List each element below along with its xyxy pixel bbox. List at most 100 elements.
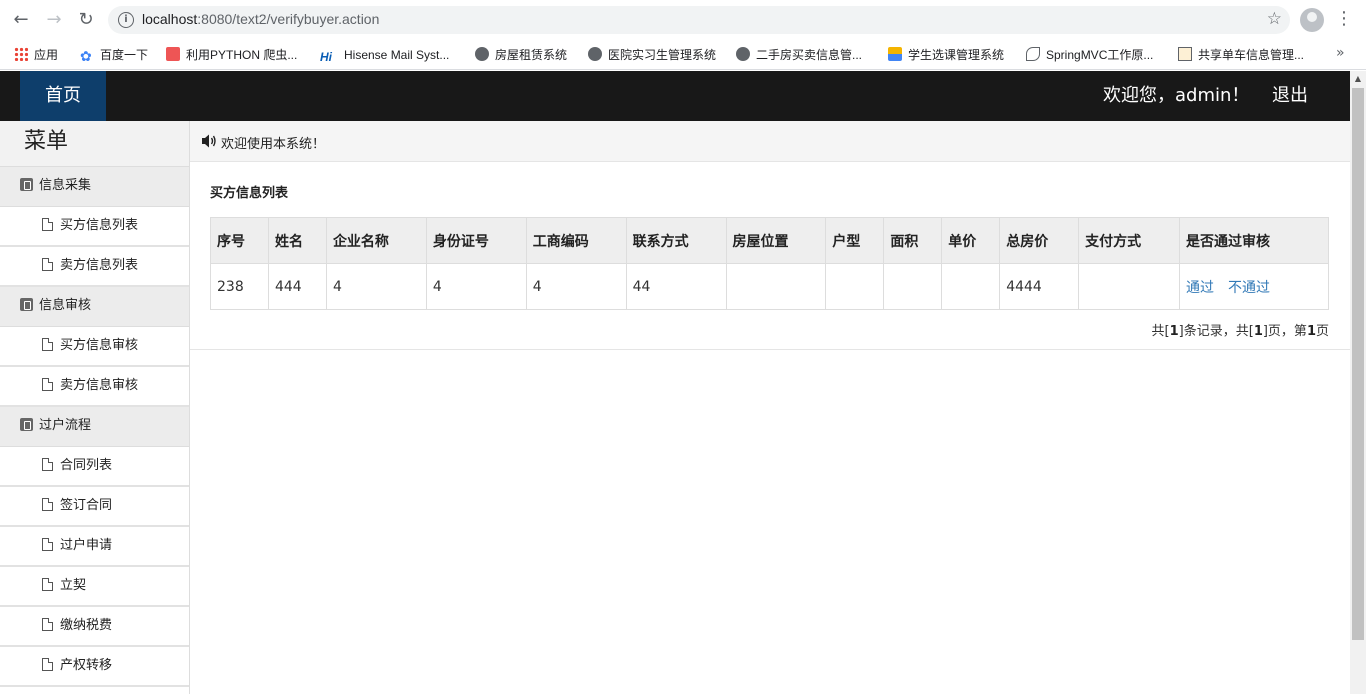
menu-title: 菜单 (0, 121, 189, 167)
bookmark-springmvc[interactable]: SpringMVC工作原... (1026, 46, 1153, 64)
column-header: 单价 (941, 217, 1001, 264)
site-info-icon[interactable]: i (118, 12, 134, 28)
document-icon (42, 258, 53, 271)
sidebar-item-transfer-apply[interactable]: 过户申请 (0, 527, 189, 567)
pagination-info: 共[1]条记录，共[1]页，第1页 (1151, 324, 1329, 339)
column-header: 联系方式 (625, 217, 727, 264)
bookmark-bike[interactable]: 共享单车信息管理... (1178, 46, 1304, 64)
sidebar-item-buyer-list[interactable]: 买方信息列表 (0, 207, 189, 247)
document-icon (42, 498, 53, 511)
bookmark-star-icon[interactable]: ☆ (1267, 9, 1282, 29)
column-header: 支付方式 (1078, 217, 1181, 264)
bookmark-python[interactable]: 利用PYTHON 爬虫... (166, 46, 297, 64)
leaf-icon (1026, 47, 1040, 61)
book-icon (20, 178, 33, 191)
url-text[interactable]: localhost:8080/text2/verifybuyer.action (142, 11, 379, 27)
paw-icon: ✿ (80, 48, 92, 64)
globe-icon (736, 47, 750, 61)
table-cell: 4444 (999, 263, 1080, 310)
sidebar-item-sign-contract[interactable]: 签订合同 (0, 487, 189, 527)
approve-link[interactable]: 通过 (1186, 280, 1214, 296)
document-icon (42, 218, 53, 231)
logout-link[interactable]: 退出 (1272, 71, 1308, 121)
bookmark-rental[interactable]: 房屋租赁系统 (475, 46, 567, 64)
welcome-text: 欢迎您，admin！ (1103, 85, 1250, 106)
scroll-up-arrow-icon[interactable]: ▲ (1350, 71, 1366, 87)
table-cell (1078, 263, 1181, 310)
sidebar-group-collect[interactable]: 信息采集 (0, 167, 189, 207)
sidebar-item-deed[interactable]: 立契 (0, 567, 189, 607)
bookmarks-overflow-icon[interactable]: » (1336, 45, 1345, 61)
table-cell (883, 263, 943, 310)
sidebar-item-buyer-review[interactable]: 买方信息审核 (0, 327, 189, 367)
notice-text: 欢迎使用本系统！ (221, 137, 326, 152)
notice-bar: 欢迎使用本系统！ (190, 121, 1350, 162)
hi-logo-icon: Hi (320, 50, 332, 64)
apps-grid-icon (14, 47, 28, 61)
bookmark-apps[interactable]: 应用 (14, 46, 58, 64)
column-header: 总房价 (999, 217, 1080, 264)
table-cell: 4 (425, 263, 527, 310)
table-cell (941, 263, 1001, 310)
home-tab[interactable]: 首页 (20, 71, 106, 121)
browser-menu-icon[interactable]: ⋮ (1334, 8, 1354, 32)
table-cell: 4 (325, 263, 427, 310)
document-icon (42, 578, 53, 591)
sidebar-item-seller-list[interactable]: 卖方信息列表 (0, 247, 189, 287)
table-header-row: 序号 姓名 企业名称 身份证号 工商编码 联系方式 房屋位置 户型 面积 单价 … (210, 217, 1329, 264)
bookmarks-bar: 应用 ✿ 百度一下 利用PYTHON 爬虫... Hi Hisense Mail S… (0, 40, 1366, 70)
buyer-list-panel: 买方信息列表 序号 姓名 企业名称 身份证号 工商编码 联系方式 房屋位置 户型… (190, 162, 1350, 350)
column-header: 身份证号 (425, 217, 527, 264)
scrollbar-thumb[interactable] (1352, 88, 1364, 640)
column-header: 面积 (883, 217, 943, 264)
table-cell-actions: 通过 不通过 (1179, 263, 1329, 310)
column-header: 姓名 (267, 217, 327, 264)
sidebar-item-seller-review[interactable]: 卖方信息审核 (0, 367, 189, 407)
sidebar-group-review[interactable]: 信息审核 (0, 287, 189, 327)
bookmark-course[interactable]: 学生选课管理系统 (888, 46, 1004, 64)
column-header: 企业名称 (325, 217, 427, 264)
document-icon (42, 458, 53, 471)
browser-toolbar: ← → ↻ i localhost:8080/text2/verifybuyer… (0, 0, 1366, 40)
reload-icon[interactable]: ↻ (74, 8, 98, 32)
forward-arrow-icon[interactable]: → (42, 8, 66, 32)
sidebar-item-property-transfer[interactable]: 产权转移 (0, 647, 189, 687)
picture-icon (1178, 47, 1192, 61)
globe-icon (588, 47, 602, 61)
sidebar-item-contract-list[interactable]: 合同列表 (0, 447, 189, 487)
bookmark-house[interactable]: 二手房买卖信息管... (736, 46, 862, 64)
sidebar-item-pay-tax[interactable]: 缴纳税费 (0, 607, 189, 647)
sidebar-group-transfer[interactable]: 过户流程 (0, 407, 189, 447)
column-header: 房屋位置 (725, 217, 827, 264)
app-header: 首页 欢迎您，admin！ 退出 (0, 71, 1350, 121)
panel-title: 买方信息列表 (210, 186, 289, 201)
table-cell (725, 263, 827, 310)
table-row: 238 444 4 4 4 44 4444 通过 不通过 (210, 263, 1329, 310)
red-square-icon (166, 47, 180, 61)
table-cell: 238 (210, 263, 269, 310)
profile-avatar-icon[interactable] (1300, 8, 1324, 32)
sidebar: 菜单 信息采集 买方信息列表 卖方信息列表 信息审核 买方信息审核 卖方信息审核… (0, 121, 190, 694)
bookmark-hisense[interactable]: Hi Hisense Mail Syst... (320, 46, 449, 64)
table-cell (825, 263, 885, 310)
document-icon (42, 658, 53, 671)
speaker-icon (202, 134, 216, 148)
reject-link[interactable]: 不通过 (1228, 280, 1270, 296)
document-icon (42, 338, 53, 351)
column-header: 序号 (210, 217, 269, 264)
table-cell: 44 (625, 263, 727, 310)
buyer-table: 序号 姓名 企业名称 身份证号 工商编码 联系方式 房屋位置 户型 面积 单价 … (210, 217, 1329, 310)
column-header: 是否通过审核 (1179, 217, 1329, 264)
back-arrow-icon[interactable]: ← (9, 8, 33, 32)
address-bar[interactable]: i localhost:8080/text2/verifybuyer.actio… (108, 6, 1290, 34)
table-cell: 4 (525, 263, 627, 310)
page-scrollbar[interactable]: ▲ (1350, 71, 1366, 694)
bookmark-baidu[interactable]: ✿ 百度一下 (80, 46, 148, 64)
bookmark-hospital[interactable]: 医院实习生管理系统 (588, 46, 716, 64)
document-icon (42, 618, 53, 631)
table-cell: 444 (267, 263, 327, 310)
column-header: 工商编码 (525, 217, 627, 264)
column-header: 户型 (825, 217, 885, 264)
globe-icon (475, 47, 489, 61)
document-icon (42, 538, 53, 551)
